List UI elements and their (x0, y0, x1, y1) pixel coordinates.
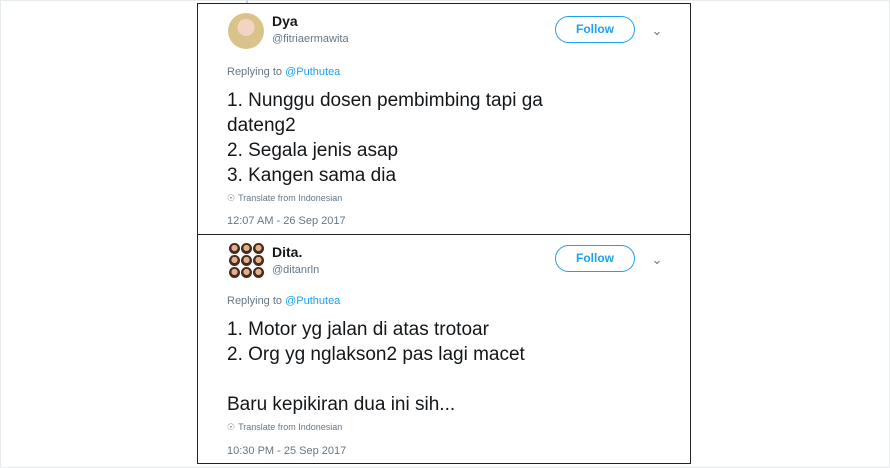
tweet-text-line: 1. Nunggu dosen pembimbing tapi ga (227, 90, 543, 111)
translate-link[interactable]: ☉ Translate from Indonesian (227, 422, 342, 433)
replying-to-label: Replying to (227, 295, 286, 307)
globe-icon: ☉ (227, 193, 236, 203)
tweet-card: Dya @fitriaermawita Follow ⌄ Replying to… (197, 3, 691, 235)
tweet-text-line: 3. Kangen sama dia (227, 165, 397, 186)
display-name[interactable]: Dya (272, 13, 298, 29)
tweet-text-line: 1. Motor yg jalan di atas trotoar (227, 319, 489, 340)
mention-link[interactable]: @Puthutea (285, 295, 340, 307)
display-name[interactable]: Dita. (272, 244, 302, 260)
tweet-text-line: dateng2 (227, 115, 296, 136)
timestamp[interactable]: 12:07 AM - 26 Sep 2017 (227, 215, 346, 227)
user-handle[interactable]: @ditanrln (272, 264, 319, 276)
chevron-down-icon[interactable]: ⌄ (650, 24, 664, 38)
tweet-text-line: Baru kepikiran dua ini sih... (227, 394, 456, 415)
translate-label: Translate from Indonesian (238, 193, 343, 203)
mention-link[interactable]: @Puthutea (285, 66, 340, 78)
follow-button[interactable]: Follow (555, 245, 635, 272)
tweet-text-line: 2. Org yg nglakson2 pas lagi macet (227, 344, 525, 365)
replying-to: Replying to @Puthutea (227, 66, 340, 78)
translate-label: Translate from Indonesian (238, 422, 343, 432)
timestamp[interactable]: 10:30 PM - 25 Sep 2017 (227, 445, 346, 457)
replying-to-label: Replying to (227, 66, 286, 78)
tweet-text-line: 2. Segala jenis asap (227, 140, 399, 161)
follow-button[interactable]: Follow (555, 16, 635, 43)
tweet-text: 1. Nunggu dosen pembimbing tapi ga daten… (227, 88, 667, 188)
chevron-down-icon[interactable]: ⌄ (650, 253, 664, 267)
translate-link[interactable]: ☉ Translate from Indonesian (227, 193, 342, 204)
replying-to: Replying to @Puthutea (227, 295, 340, 307)
avatar[interactable] (228, 242, 264, 278)
tweet-card: Dita. @ditanrln Follow ⌄ Replying to @Pu… (197, 234, 691, 464)
avatar[interactable] (228, 13, 264, 49)
globe-icon: ☉ (227, 422, 236, 432)
user-handle[interactable]: @fitriaermawita (272, 33, 349, 45)
tweet-text: 1. Motor yg jalan di atas trotoar 2. Org… (227, 317, 667, 417)
